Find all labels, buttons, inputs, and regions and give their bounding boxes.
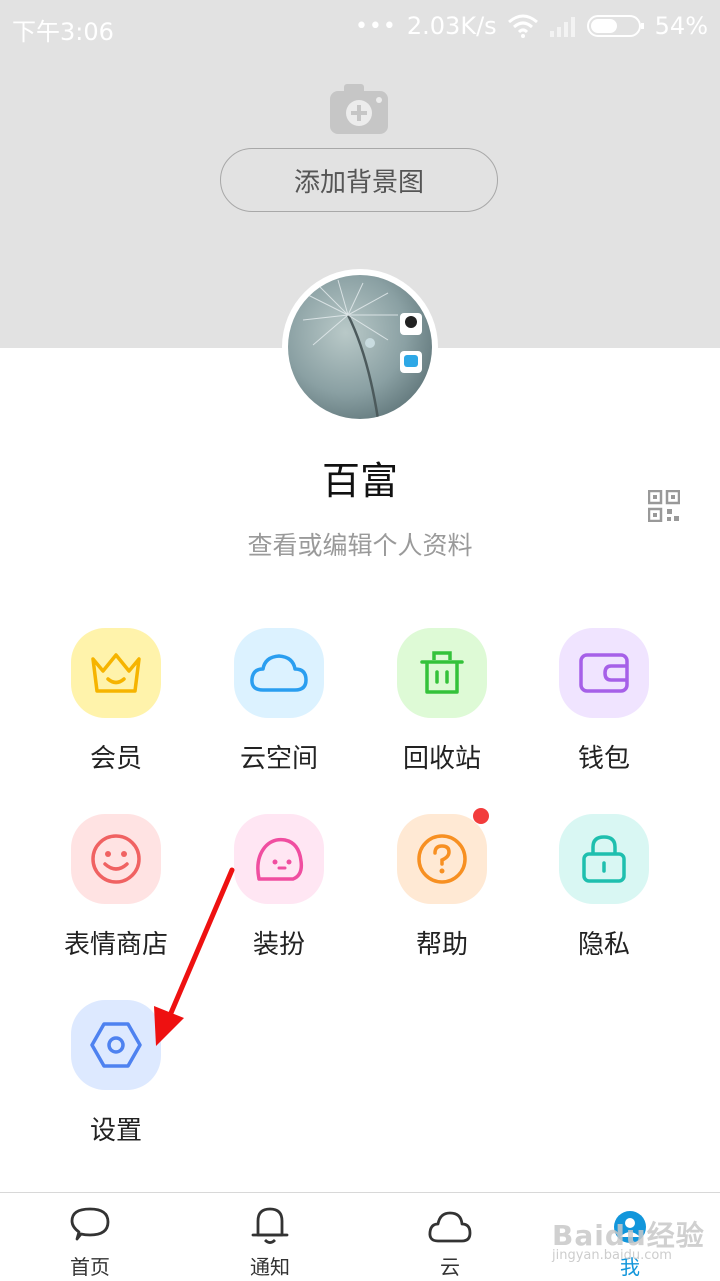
nav-home[interactable]: 首页 <box>30 1193 150 1280</box>
cloud-nav-icon <box>428 1211 472 1243</box>
trash-icon <box>420 651 464 694</box>
smiley-icon <box>91 834 141 884</box>
vip-tile[interactable] <box>71 628 161 718</box>
edit-profile-link[interactable]: 查看或编辑个人资料 <box>0 526 720 562</box>
nav-label: 云 <box>440 1255 460 1279</box>
status-right: ••• 2.03K/s 54% <box>355 12 708 40</box>
help-icon <box>417 834 467 884</box>
nav-label: 首页 <box>70 1255 110 1279</box>
avatar[interactable] <box>282 269 438 425</box>
wifi-icon <box>507 14 538 38</box>
grid-item-cloud-space[interactable]: 云空间 <box>209 628 349 775</box>
profile-name[interactable]: 百富 <box>0 450 720 505</box>
grid-item-label: 云空间 <box>239 744 318 774</box>
grid-item-label: 钱包 <box>577 744 630 774</box>
bell-icon <box>251 1207 289 1244</box>
avatar-image <box>288 275 432 419</box>
grid-item-vip[interactable]: 会员 <box>46 628 186 775</box>
network-speed: 2.03K/s <box>406 12 497 40</box>
nav-cloud[interactable]: 云 <box>390 1193 510 1280</box>
help-tile[interactable] <box>397 808 489 904</box>
qr-code-icon[interactable] <box>648 490 680 522</box>
signal-icon <box>549 17 575 37</box>
camera-add-icon[interactable] <box>330 84 388 134</box>
cloud-icon <box>250 654 308 692</box>
battery-icon <box>586 15 644 37</box>
lock-icon <box>582 835 626 883</box>
crown-icon <box>91 653 141 693</box>
chat-icon <box>70 1207 110 1241</box>
cloud-space-tile[interactable] <box>234 628 324 718</box>
grid-item-label: 会员 <box>89 744 142 774</box>
more-dots-icon: ••• <box>354 13 397 39</box>
grid-item-recycle-bin[interactable]: 回收站 <box>372 628 512 775</box>
nav-notifications[interactable]: 通知 <box>210 1193 330 1280</box>
status-time: 下午3:06 <box>12 18 114 46</box>
annotation-arrow <box>154 867 235 1046</box>
nav-label: 通知 <box>250 1255 290 1279</box>
grid-item-wallet[interactable]: 钱包 <box>534 628 674 775</box>
privacy-tile[interactable] <box>559 814 649 904</box>
grid-item-privacy[interactable]: 隐私 <box>534 814 674 961</box>
recycle-bin-tile[interactable] <box>397 628 487 718</box>
wallet-tile[interactable] <box>559 628 649 718</box>
settings-icon <box>90 1022 142 1068</box>
wallet-icon <box>579 653 629 693</box>
grid-item-label: 回收站 <box>402 744 481 774</box>
battery-level: 54% <box>654 12 708 40</box>
grid-item-help[interactable]: 帮助 <box>372 808 512 961</box>
watermark-url: jingyan.baidu.com <box>552 1248 672 1263</box>
ghost-icon <box>256 837 304 881</box>
status-bar: 下午3:06 ••• 2.03K/s 54% <box>0 0 720 52</box>
notification-badge <box>473 808 489 824</box>
grid-item-label: 设置 <box>89 1116 142 1146</box>
grid-item-label: 帮助 <box>415 930 468 960</box>
add-background-button[interactable]: 添加背景图 <box>220 148 498 212</box>
grid-item-label: 隐私 <box>577 930 630 960</box>
